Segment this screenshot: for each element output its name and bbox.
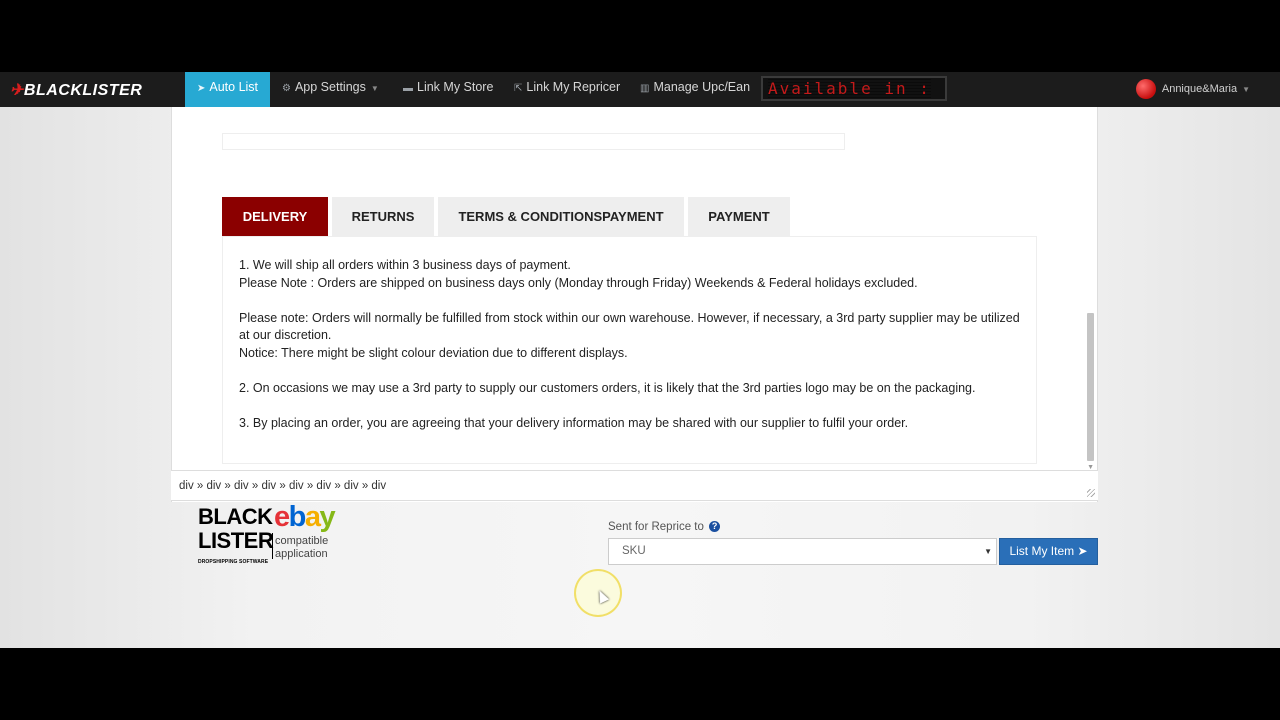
element-path-bar: div » div » div » div » div » div » div … [171,470,1098,501]
ebay-logo: ebay [274,501,336,533]
chevron-down-icon: ▼ [984,547,992,556]
delivery-text-1: 1. We will ship all orders within 3 busi… [239,258,571,272]
gears-icon: ⚙ [282,83,291,94]
tab-payment[interactable]: PAYMENT [688,197,790,236]
resize-handle-icon[interactable] [1087,489,1095,497]
editor-field[interactable] [222,133,845,150]
editor-scrollbar[interactable] [1087,313,1094,461]
delivery-text-6: 3. By placing an order, you are agreeing… [239,415,909,430]
chevron-down-icon: ▼ [370,84,379,93]
rocket-icon: ➤ [1077,544,1088,558]
tab-delivery[interactable]: DELIVERY [222,197,328,236]
delivery-text-5: 2. On occasions we may use a 3rd party t… [239,380,976,395]
nav-app-settings[interactable]: ⚙ App Settings ▼ [282,72,379,107]
user-menu[interactable]: Annique&Maria ▼ [1135,79,1250,100]
delivery-text-4: Notice: There might be slight colour dev… [239,345,628,360]
nav-link-my-store[interactable]: ▬ Link My Store [403,72,493,107]
description-editor[interactable]: DELIVERY RETURNS TERMS & CONDITIONSPAYME… [171,107,1098,502]
blacklister-logo[interactable]: ✈BLACKLISTER [10,80,142,100]
reprice-label: Sent for Reprice to ? [608,521,721,533]
rocket-icon: ➤ [197,83,206,94]
nav-auto-list[interactable]: ➤ Auto List [185,72,271,107]
blacklister-ebay-logo: BLACK LISTER DROPSHIPPING SOFTWARE ebay c… [198,501,336,565]
delivery-content: 1. We will ship all orders within 3 busi… [222,236,1037,464]
nav-link-my-repricer[interactable]: ⇱ Link My Repricer [514,72,620,107]
reprice-select[interactable]: SKU ▼ [608,538,997,565]
ticker-display: Available in : [761,76,947,101]
store-icon: ▬ [403,83,413,94]
help-icon[interactable]: ? [709,521,721,533]
list-my-item-button[interactable]: List My Item ➤ [999,538,1098,565]
tab-terms-conditions[interactable]: TERMS & CONDITIONSPAYMENT [438,197,684,236]
chevron-down-icon: ▼ [1242,85,1250,94]
delivery-text-2: Please Note : Orders are shipped on busi… [239,275,918,290]
tab-returns[interactable]: RETURNS [332,197,434,236]
share-icon: ⇱ [514,83,523,94]
nav-manage-upc-ean[interactable]: ▥ Manage Upc/Ean [640,72,750,107]
barcode-icon: ▥ [640,83,650,94]
top-navbar: ✈BLACKLISTER ➤ Auto List ⚙ App Settings ▼ ▬… [0,72,1280,107]
app-screen: ✈BLACKLISTER ➤ Auto List ⚙ App Settings ▼ ▬… [0,72,1280,648]
delivery-text-3: Please note: Orders will normally be ful… [239,310,1020,343]
avatar [1135,79,1156,100]
